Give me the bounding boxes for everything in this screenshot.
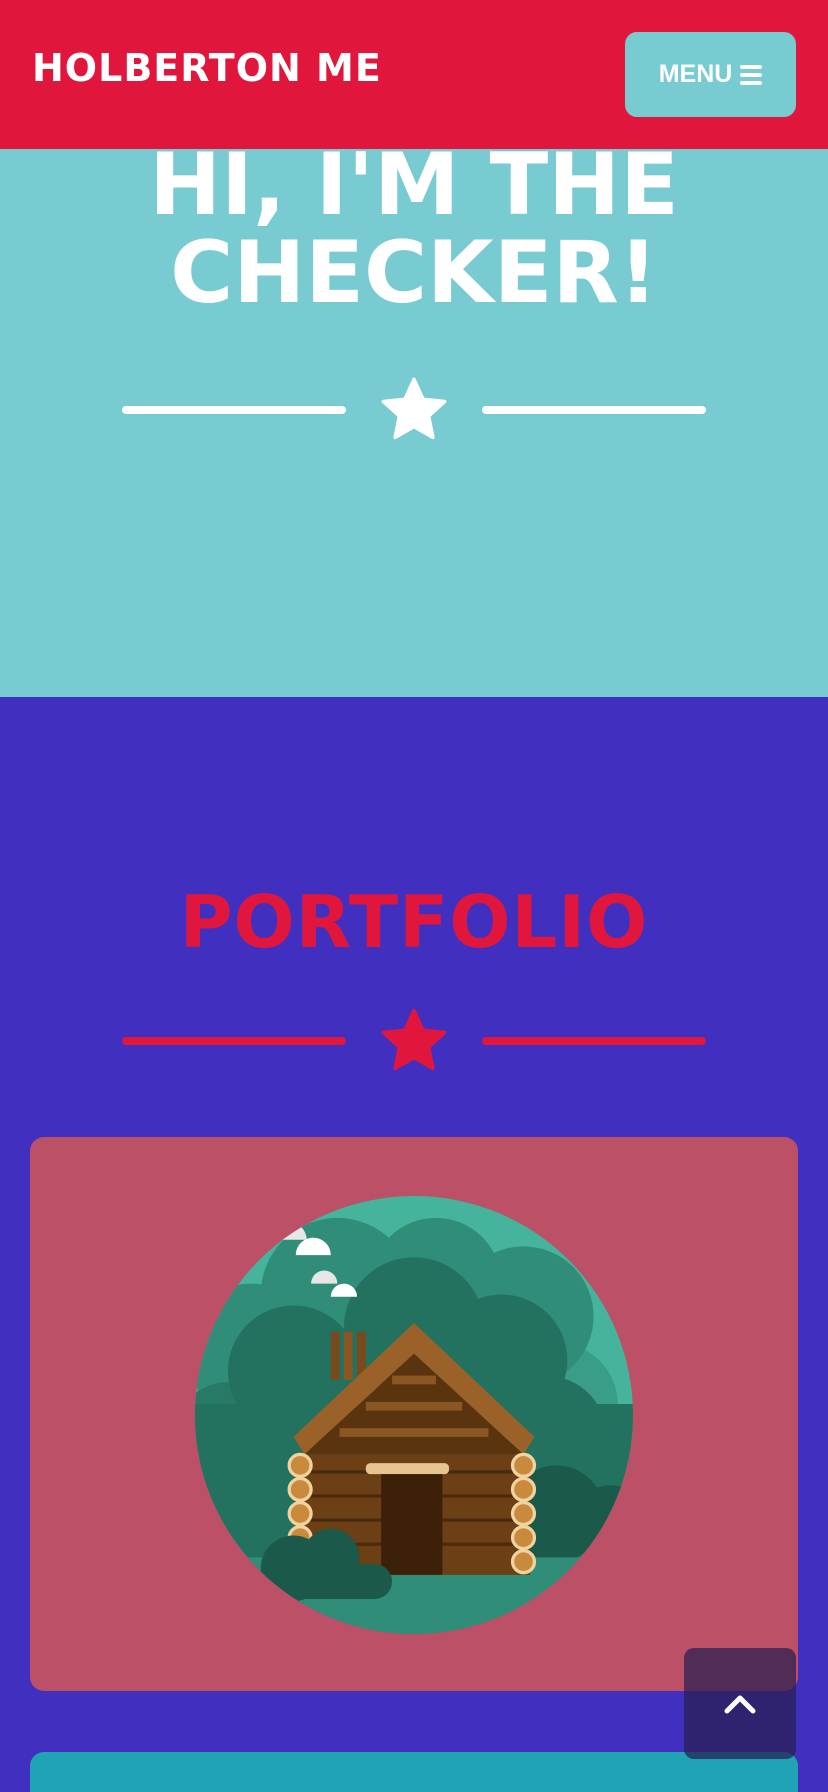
star-icon <box>381 377 447 440</box>
portfolio-divider <box>122 1006 706 1076</box>
star-icon <box>381 1008 447 1071</box>
divider-line-right <box>482 406 706 414</box>
portfolio-item[interactable] <box>30 1137 798 1691</box>
hero-divider <box>122 375 706 445</box>
hero-section: HI, I'M THE CHECKER! <box>0 149 828 697</box>
divider-line-left <box>122 1037 346 1045</box>
brand-link[interactable]: HOLBERTON ME <box>32 46 382 90</box>
log-cabin-image <box>195 1196 633 1634</box>
hamburger-icon <box>740 64 763 85</box>
divider-line-right <box>482 1037 706 1045</box>
menu-label: MENU <box>658 60 733 88</box>
portfolio-title: PORTFOLIO <box>179 880 649 964</box>
chevron-up-icon <box>724 1695 756 1713</box>
navbar: HOLBERTON ME MENU <box>0 0 828 149</box>
menu-button[interactable]: MENU <box>625 32 796 117</box>
divider-line-left <box>122 406 346 414</box>
hero-title: HI, I'M THE CHECKER! <box>149 149 679 323</box>
scroll-top-button[interactable] <box>684 1648 796 1759</box>
portfolio-item[interactable] <box>30 1752 798 1792</box>
